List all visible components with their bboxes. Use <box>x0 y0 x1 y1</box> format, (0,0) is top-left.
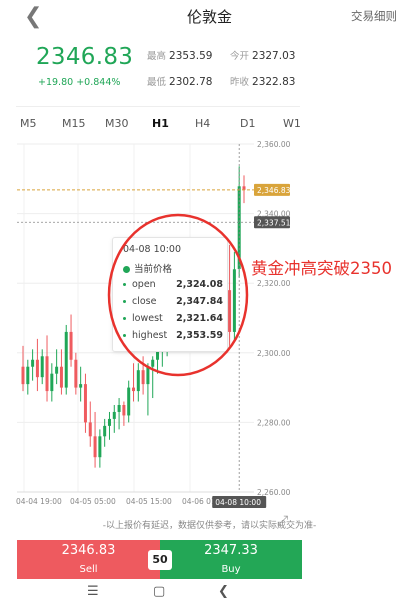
candle-body <box>69 331 73 360</box>
bullet-icon <box>123 283 126 286</box>
bullet-icon <box>123 300 126 303</box>
y-tick-label: 2,300.00 <box>257 349 291 358</box>
candle-body <box>122 405 126 416</box>
candle-body <box>98 436 102 458</box>
tooltip-current: 当前价格 <box>123 261 223 275</box>
cursor-time-tag-label: 04-08 10:00 <box>215 498 261 507</box>
tooltip-row-lowest: lowest 2,321.64 <box>123 313 223 324</box>
candle-body <box>117 405 121 412</box>
x-tick-label: 04-04 19:00 <box>16 497 62 506</box>
bullet-icon <box>123 334 126 337</box>
candle-body <box>242 186 246 190</box>
y-tick-label: 2,320.00 <box>257 279 291 288</box>
candle-body <box>64 331 68 388</box>
candle-body <box>103 425 107 437</box>
sell-label: Sell <box>79 564 98 575</box>
candle-body <box>127 387 131 416</box>
x-tick-label: 04-05 15:00 <box>126 497 172 506</box>
candle-body <box>88 422 92 437</box>
current-dot-icon <box>123 266 130 273</box>
candle-body <box>31 359 35 367</box>
disclaimer: -以上报价有延迟，数据仅供参考，请以实际成交为准- <box>102 521 317 531</box>
tooltip-time: 04-08 10:00 <box>123 244 182 255</box>
candle-body <box>151 359 155 367</box>
candle-body <box>136 370 140 392</box>
buy-button[interactable]: 2347.33 Buy <box>160 540 302 579</box>
tooltip-row-value: 2,353.59 <box>176 330 223 341</box>
tooltip-row-value: 2,324.08 <box>176 279 223 290</box>
candle-body <box>141 370 145 385</box>
y-tick-label: 2,280.00 <box>257 418 291 427</box>
tooltip-row-label: lowest <box>132 313 163 324</box>
tooltip-row-label: highest <box>132 330 168 341</box>
x-tick-label: 04-05 05:00 <box>70 497 116 506</box>
price-tooltip: 04-08 10:00 当前价格 open 2,324.08 close 2,347… <box>112 237 228 352</box>
sell-button[interactable]: 2346.83 Sell <box>17 540 160 579</box>
candle-body <box>21 366 25 385</box>
candle-body <box>112 411 116 419</box>
candle-body <box>40 356 44 378</box>
buy-price: 2347.33 <box>204 543 258 558</box>
candle-body <box>50 373 54 392</box>
candle-body <box>45 356 49 392</box>
candle-body <box>74 359 78 388</box>
bullet-icon <box>123 317 126 320</box>
tooltip-row-value: 2,347.84 <box>176 296 223 307</box>
candle-body <box>132 387 135 392</box>
cursor-price-tag-label: 2,337.51 <box>257 218 291 227</box>
candle-body <box>107 418 111 426</box>
candle-body <box>83 384 87 423</box>
annotation-text: 黄金冲高突破2350 <box>251 259 392 278</box>
sell-price: 2346.83 <box>61 543 116 558</box>
candle-body <box>232 269 236 332</box>
spread-badge: 50 <box>148 550 172 570</box>
tooltip-row-highest: highest 2,353.59 <box>123 330 223 341</box>
candle-body <box>26 366 30 385</box>
tooltip-row-value: 2,321.64 <box>176 313 223 324</box>
expand-icon[interactable]: ⤢ <box>277 513 288 529</box>
y-tick-label: 2,360.00 <box>257 140 291 149</box>
tooltip-current-label: 当前价格 <box>134 264 173 275</box>
candle-body <box>79 384 83 388</box>
current-price-tag-label: 2,346.83 <box>257 186 291 195</box>
tooltip-row-open: open 2,324.08 <box>123 279 223 290</box>
y-tick-label: 2,260.00 <box>257 488 291 497</box>
candle-body <box>59 366 63 388</box>
candle-body <box>93 436 97 458</box>
buy-label: Buy <box>221 564 241 575</box>
candle-body <box>35 359 39 378</box>
candle-body <box>146 366 150 385</box>
candle-body <box>55 366 59 374</box>
tooltip-row-close: close 2,347.84 <box>123 296 223 307</box>
candle-body <box>228 290 232 332</box>
tooltip-row-label: open <box>132 279 156 290</box>
tooltip-row-label: close <box>132 296 157 307</box>
